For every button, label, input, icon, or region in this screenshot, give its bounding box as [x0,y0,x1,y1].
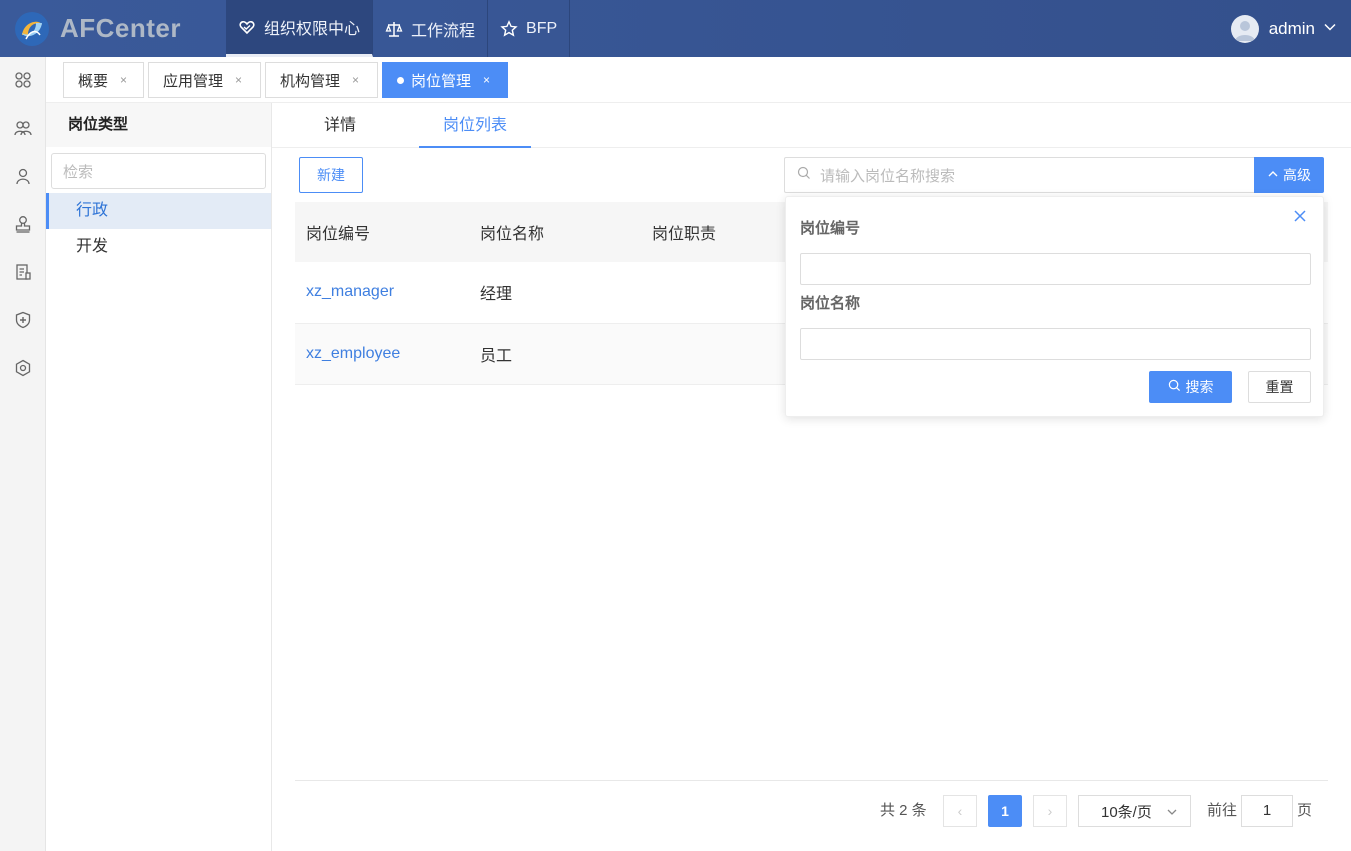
type-item-admin[interactable]: 行政 [46,193,271,229]
search-icon [797,166,820,184]
advanced-search-button[interactable]: 高级 [1254,157,1324,193]
tab-position-management[interactable]: 岗位管理 × [382,62,508,98]
position-type-panel: 岗位类型 检索 行政 开发 [46,103,272,851]
tab-label: 应用管理 [163,72,224,90]
chevron-down-icon [1323,19,1337,39]
code-field[interactable] [800,253,1311,285]
sidebar-form[interactable] [0,249,46,297]
page-unit: 页 [1297,802,1313,819]
cell-name: 经理 [469,262,641,324]
sidebar-user[interactable] [0,153,46,201]
new-button[interactable]: 新建 [299,157,363,193]
col-header-name[interactable]: 岗位名称 [469,202,641,262]
type-search-input[interactable]: 检索 [51,153,266,189]
panel-title: 岗位类型 [46,103,271,147]
name-field[interactable] [800,328,1311,360]
tab-app-management[interactable]: 应用管理 × [148,62,261,98]
field-label-code: 岗位编号 [800,220,861,237]
chevron-up-icon [1267,167,1283,183]
star-icon [500,19,518,38]
sidebar-apps[interactable] [0,57,46,105]
prev-page-button[interactable]: ‹ [943,795,977,827]
field-label-name: 岗位名称 [800,295,861,312]
tab-label: 概要 [78,72,109,90]
cell-name: 员工 [469,323,641,385]
tab-label: 岗位管理 [411,72,472,90]
topnav-org-permission[interactable]: 组织权限中心 [226,0,374,57]
logo-icon [14,11,50,47]
icon-sidebar [0,57,46,851]
tab-label: 机构管理 [280,72,341,90]
shield-plus-icon [14,311,32,332]
active-dot [397,76,404,84]
sidebar-groups[interactable] [0,105,46,153]
user-menu[interactable]: admin [1230,0,1351,57]
page-size-value: 10条/页 [1101,803,1152,821]
heart-shield-icon [238,18,256,36]
page-number-button[interactable]: 1 [988,795,1022,827]
tabs-bar: 概要 × 应用管理 × 机构管理 × 岗位管理 × [46,57,1351,103]
chevron-down-icon [1166,805,1178,822]
tab-position-list[interactable]: 岗位列表 [419,103,531,148]
sidebar-shield[interactable] [0,297,46,345]
position-search-input[interactable]: 请输入岗位名称搜索 [784,157,1254,193]
search-label: 搜索 [1185,379,1214,395]
top-nav: 组织权限中心 工作流程 BFP [226,0,571,57]
topnav-label: 组织权限中心 [264,21,361,38]
topnav-label: BFP [526,19,558,37]
type-item-dev[interactable]: 开发 [46,229,271,265]
user-name: admin [1268,18,1315,38]
apps-icon [14,71,32,92]
divider [295,780,1328,781]
search-icon [1168,379,1186,395]
cell-code-link[interactable]: xz_employee [295,323,469,385]
avatar [1230,14,1259,43]
advanced-label: 高级 [1283,167,1311,183]
advanced-search-panel: 岗位编号 岗位名称 搜索 重置 [785,196,1324,417]
scale-icon [385,20,403,38]
form-icon [14,263,32,284]
close-icon[interactable]: × [120,73,127,87]
goto-label: 前往 [1207,802,1238,819]
search-button[interactable]: 搜索 [1149,371,1232,403]
topnav-bfp[interactable]: BFP [488,0,571,57]
next-page-button[interactable]: › [1033,795,1067,827]
sidebar-settings[interactable] [0,345,46,393]
close-icon[interactable] [1293,209,1307,226]
goto-page-input[interactable]: 1 [1241,795,1293,827]
brand[interactable]: AFCenter [0,0,226,57]
reset-button[interactable]: 重置 [1248,371,1311,403]
close-icon[interactable]: × [235,73,242,87]
users-group-icon [14,119,32,140]
user-icon [14,167,32,188]
topnav-workflow[interactable]: 工作流程 [373,0,489,57]
topnav-label: 工作流程 [411,22,476,40]
app-name: AFCenter [60,13,182,43]
col-header-code[interactable]: 岗位编号 [295,202,469,262]
sub-tabs: 详情 岗位列表 [272,103,1351,148]
search-placeholder: 请输入岗位名称搜索 [820,167,956,185]
sidebar-stamp[interactable] [0,201,46,249]
cell-code-link[interactable]: xz_manager [295,262,469,324]
close-icon[interactable]: × [352,73,359,87]
tab-overview[interactable]: 概要 × [63,62,144,98]
settings-hex-icon [14,359,32,380]
total-count: 共 2 条 [880,802,927,819]
top-bar: AFCenter 组织权限中心 工作流程 BFP admin [0,0,1351,57]
tab-details[interactable]: 详情 [298,103,382,148]
tab-org-management[interactable]: 机构管理 × [265,62,378,98]
pagination: 共 2 条 ‹ 1 › 10条/页 前往 1 页 [272,795,1351,827]
close-icon[interactable]: × [483,73,490,87]
stamp-icon [14,215,32,236]
page-size-select[interactable]: 10条/页 [1078,795,1191,827]
